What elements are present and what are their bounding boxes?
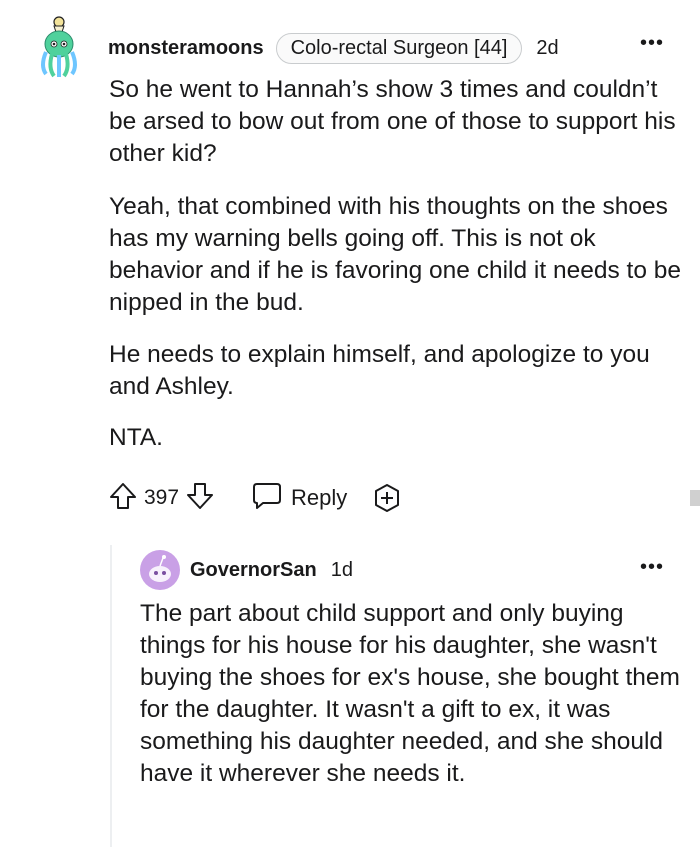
more-options-icon[interactable]: ••• [640, 32, 664, 55]
comment-age: 2d [536, 36, 559, 59]
octopus-avatar-icon[interactable] [34, 14, 84, 80]
more-options-icon[interactable]: ••• [640, 556, 664, 579]
comment-meta: monsteramoons Colo-rectal Surgeon [44] 2… [108, 32, 559, 64]
comment-actions: 397 Reply [108, 478, 403, 518]
reply-body: The part about child support and only bu… [140, 600, 680, 787]
reply-age: 1d [330, 558, 353, 581]
add-award-icon [375, 484, 400, 512]
comment-paragraph: NTA. [109, 424, 163, 451]
comment-paragraph: Yeah, that combined with his thoughts on… [109, 193, 682, 316]
reply-button[interactable]: Reply [251, 481, 347, 516]
award-button[interactable] [371, 482, 403, 514]
speech-bubble-icon [251, 481, 283, 516]
downvote-icon[interactable] [185, 481, 215, 516]
thread-line[interactable] [110, 545, 112, 847]
reply-label: Reply [291, 485, 348, 510]
upvote-icon[interactable] [108, 481, 138, 516]
snoo-avatar-icon[interactable] [140, 550, 180, 590]
reply-username[interactable]: GovernorSan [190, 559, 317, 582]
vote-count: 397 [144, 486, 180, 509]
comment-paragraph: So he went to Hannah’s show 3 times and … [109, 76, 676, 167]
user-flair: Colo-rectal Surgeon [44] [275, 32, 523, 64]
scrollbar-thumb[interactable] [690, 490, 700, 506]
comment-paragraph: He needs to explain himself, and apologi… [109, 341, 650, 400]
reply-meta: GovernorSan 1d [190, 556, 353, 584]
comment-username[interactable]: monsteramoons [108, 37, 264, 60]
